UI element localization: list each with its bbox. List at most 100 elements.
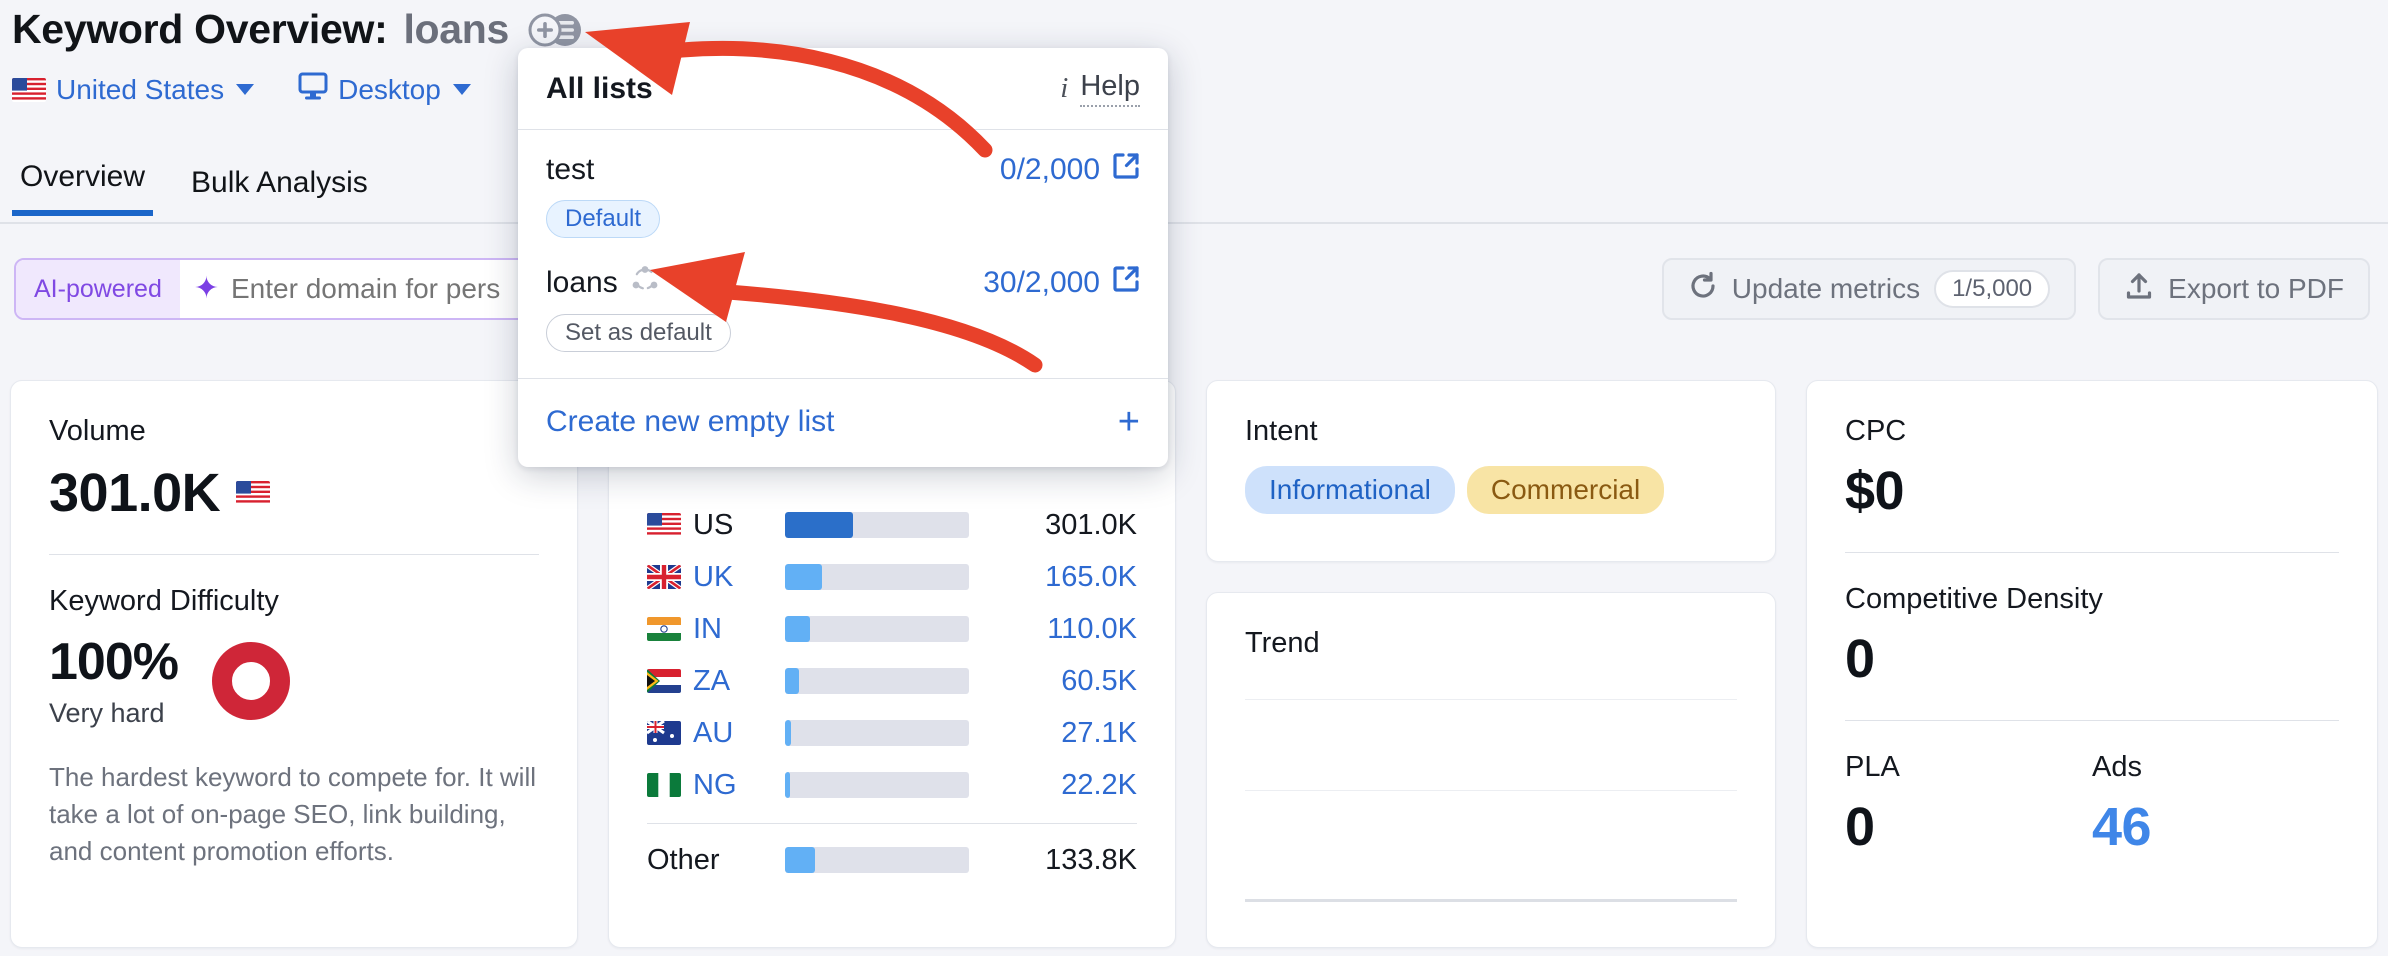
country-code: Other <box>647 843 720 876</box>
ai-powered-badge: AI-powered <box>16 260 180 318</box>
card-divider <box>49 554 539 555</box>
volume-label: Volume <box>49 415 146 447</box>
country-code: AU <box>693 716 734 749</box>
country-volume-bar-fill <box>785 512 853 538</box>
flag-za-icon <box>647 669 681 693</box>
all-lists-body: test 0/2,000 Default loans 30/2,000 Set … <box>518 130 1168 378</box>
flag-ng-icon <box>647 773 681 797</box>
intent-tag-commercial[interactable]: Commercial <box>1466 466 1665 514</box>
pla-ads-row: PLA 0 Ads 46 <box>1845 751 2339 858</box>
country-volume-bar-track <box>785 616 969 642</box>
export-to-pdf-button[interactable]: Export to PDF <box>2098 258 2370 320</box>
country-volume-bar-track <box>785 512 969 538</box>
create-new-list-label[interactable]: Create new empty list <box>546 405 834 439</box>
country-volume-bar-track <box>785 668 969 694</box>
help-link[interactable]: Help <box>1080 70 1140 107</box>
update-metrics-button[interactable]: Update metrics 1/5,000 <box>1661 258 2077 320</box>
keyword-difficulty-label: Keyword Difficulty <box>49 585 279 617</box>
export-to-pdf-label: Export to PDF <box>2168 273 2344 304</box>
competitive-density-label: Competitive Density <box>1845 583 2103 615</box>
page-title-keyword: loans <box>403 6 510 52</box>
flag-us-icon <box>647 513 681 537</box>
difficulty-donut-icon <box>212 641 290 720</box>
all-lists-footer[interactable]: Create new empty list + <box>518 378 1168 467</box>
country-code: ZA <box>693 664 731 697</box>
tab-overview[interactable]: Overview <box>12 160 154 216</box>
set-as-default-button[interactable]: Set as default <box>546 314 731 352</box>
flag-us-icon <box>12 77 46 102</box>
external-link-icon[interactable] <box>1112 152 1140 188</box>
cpc-card: CPC $0 Competitive Density 0 PLA 0 Ads 4… <box>1806 380 2378 948</box>
list-item[interactable]: loans 30/2,000 Set as default <box>546 264 1140 352</box>
country-volume-value: 60.5K <box>1061 664 1137 697</box>
country-filter[interactable]: United States <box>12 74 255 106</box>
country-volume-value: 27.1K <box>1061 716 1137 749</box>
country-row[interactable]: IN 110.0K <box>647 603 1137 655</box>
country-label-group: ZA <box>647 665 785 698</box>
country-volume-value: 301.0K <box>1045 508 1137 541</box>
tab-bar: Overview Bulk Analysis <box>12 160 376 216</box>
country-row-other: Other 133.8K <box>647 834 1137 886</box>
country-volume-value: 165.0K <box>1045 560 1137 593</box>
volume-value: 301.0K <box>49 463 221 523</box>
keyword-difficulty-row: 100% Very hard <box>49 632 539 729</box>
country-code: UK <box>693 560 734 593</box>
shared-list-icon <box>630 264 660 302</box>
plus-icon[interactable]: + <box>1118 403 1140 441</box>
country-row[interactable]: ZA 60.5K <box>647 655 1137 707</box>
country-volume-value: 133.8K <box>1045 843 1137 876</box>
country-label-group: Other <box>647 844 785 877</box>
tab-bulk-analysis[interactable]: Bulk Analysis <box>183 166 376 216</box>
ads-label: Ads <box>2092 751 2142 783</box>
country-breakdown-list: US 301.0K UK 165.0K IN 110.0K ZA 60.5K AU 27.1K NG… <box>647 499 1137 886</box>
country-volume-bar-track <box>785 772 969 798</box>
flag-in-icon <box>647 617 681 641</box>
keyword-difficulty-description: The hardest keyword to compete for. It w… <box>49 762 536 866</box>
page-title: Keyword Overview: loans <box>12 6 583 53</box>
volume-card: Volume 301.0K Keyword Difficulty 100% Ve… <box>10 380 578 948</box>
list-item-name-group: loans <box>546 264 660 302</box>
keyword-overview-page: Keyword Overview: loans United States De… <box>0 0 2388 956</box>
flag-au-icon <box>647 721 681 745</box>
intent-tags: Informational Commercial <box>1245 466 1737 514</box>
list-item-count-group[interactable]: 30/2,000 <box>983 265 1140 301</box>
country-label-group: AU <box>647 717 785 750</box>
add-to-list-icon[interactable] <box>527 10 583 50</box>
country-row[interactable]: US 301.0K <box>647 499 1137 551</box>
device-filter[interactable]: Desktop <box>298 72 471 107</box>
keyword-difficulty-value: 100% <box>49 633 179 691</box>
external-link-icon[interactable] <box>1112 265 1140 301</box>
country-code: US <box>693 508 734 541</box>
device-filter-label: Desktop <box>338 73 441 105</box>
sparkle-icon: ✦ <box>193 272 219 305</box>
volume-value-row: 301.0K <box>49 462 539 524</box>
toolbar-actions: Update metrics 1/5,000 Export to PDF <box>1661 258 2370 320</box>
list-item-default-badge: Default <box>546 200 661 238</box>
country-volume-bar-fill <box>785 772 790 798</box>
list-item-count: 0/2,000 <box>999 153 1100 186</box>
intent-card: Intent Informational Commercial <box>1206 380 1776 562</box>
country-volume-value: 110.0K <box>1047 612 1137 645</box>
card-divider <box>1845 552 2339 553</box>
page-title-prefix: Keyword Overview: <box>12 6 388 52</box>
intent-tag-informational[interactable]: Informational <box>1245 466 1455 514</box>
flag-uk-icon <box>647 565 681 589</box>
help-group[interactable]: i Help <box>1060 70 1140 107</box>
pla-value: 0 <box>1845 797 1875 857</box>
keyword-difficulty-sub: Very hard <box>49 698 165 728</box>
trend-chart <box>1245 690 1737 902</box>
country-row[interactable]: UK 165.0K <box>647 551 1137 603</box>
list-item[interactable]: test 0/2,000 Default <box>546 152 1140 238</box>
trend-axis <box>1245 899 1737 902</box>
country-volume-bar-fill <box>785 847 815 873</box>
list-item-count-group[interactable]: 0/2,000 <box>1000 152 1140 188</box>
intent-label: Intent <box>1245 415 1318 447</box>
country-volume-value: 22.2K <box>1061 768 1137 801</box>
country-row[interactable]: AU 27.1K <box>647 707 1137 759</box>
flag-us-icon <box>236 481 271 505</box>
country-row[interactable]: NG 22.2K <box>647 759 1137 811</box>
country-code: IN <box>693 612 722 645</box>
ads-value[interactable]: 46 <box>2092 796 2339 858</box>
trend-label: Trend <box>1245 627 1320 659</box>
card-divider <box>1845 720 2339 721</box>
